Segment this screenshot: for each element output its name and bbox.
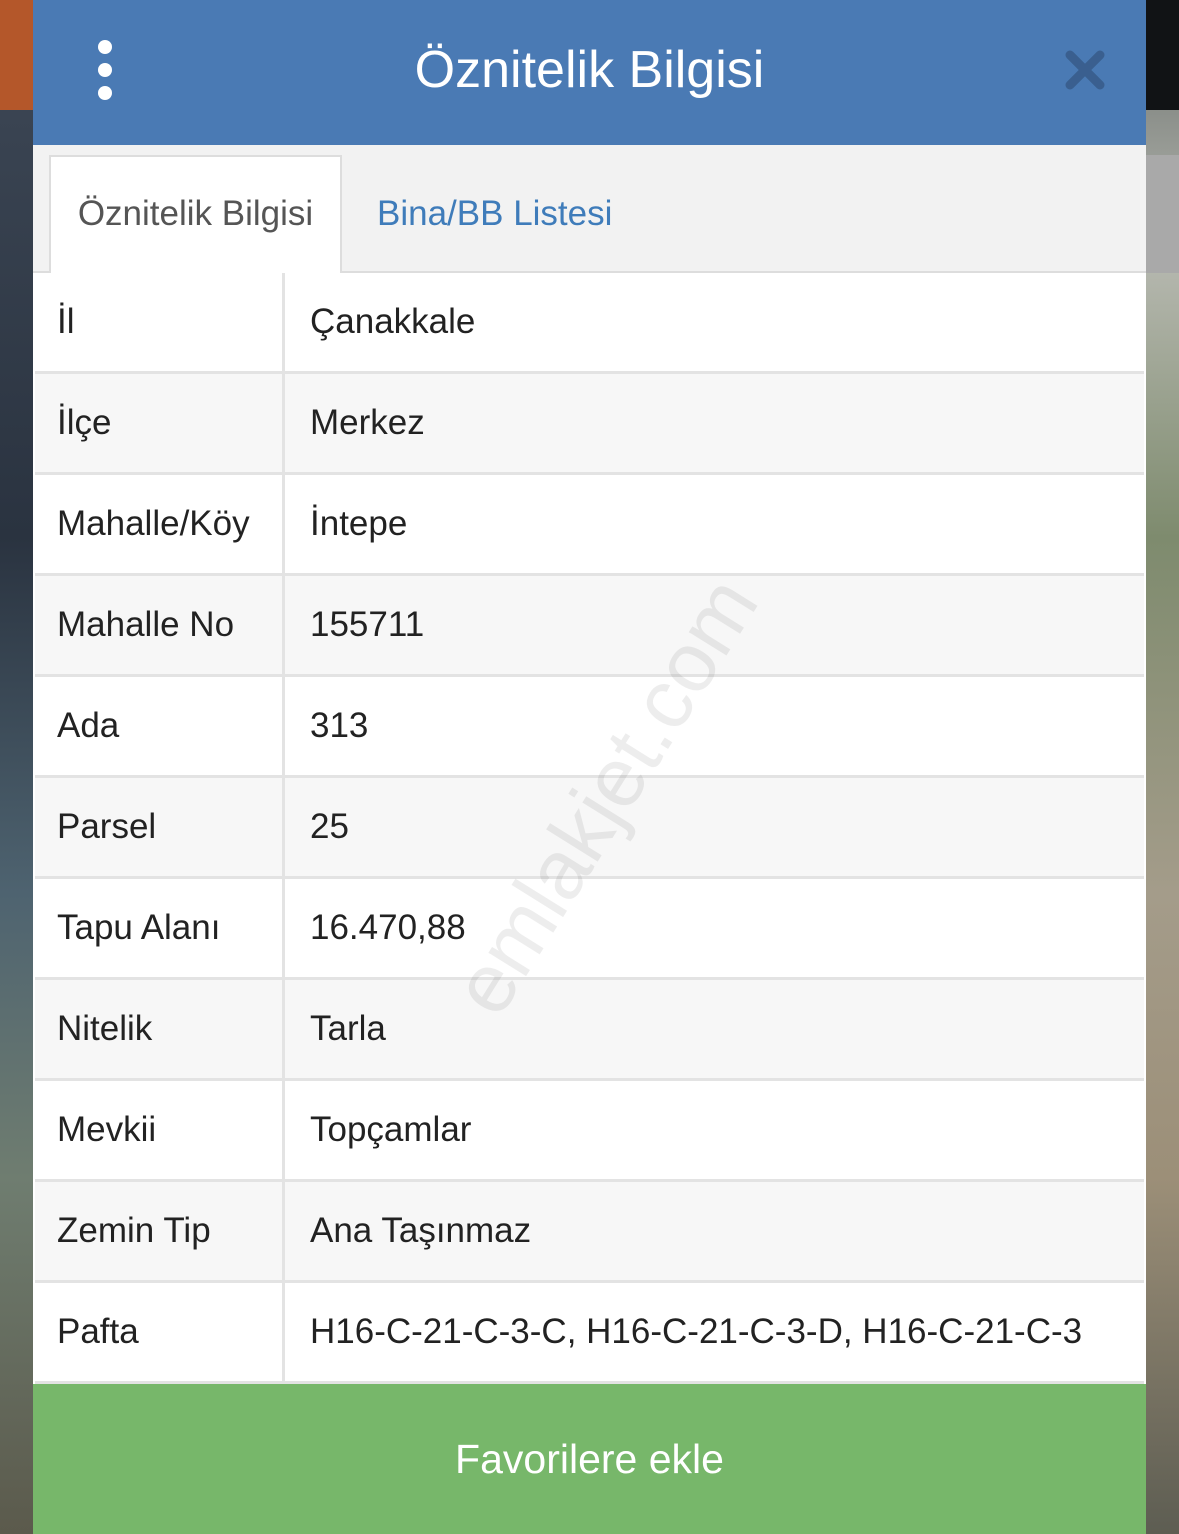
table-row: Parsel 25 [35,778,1144,879]
row-label: Mahalle/Köy [35,475,285,573]
table-row: Nitelik Tarla [35,980,1144,1081]
row-value: 313 [310,706,369,745]
row-value: 16.470,88 [310,908,466,947]
table-row: Tapu Alanı 16.470,88 [35,879,1144,980]
table-row: İl Çanakkale [35,273,1144,374]
tab-attribute-info[interactable]: Öznitelik Bilgisi [49,155,342,273]
row-label: Nitelik [35,980,285,1078]
row-value: Merkez [310,403,425,442]
more-vertical-icon[interactable] [93,40,117,100]
table-row: Mahalle/Köy İntepe [35,475,1144,576]
row-value: Ana Taşınmaz [310,1211,532,1250]
row-value: H16-C-21-C-3-C, H16-C-21-C-3-D, H16-C-21… [310,1312,1083,1351]
map-edge-right [1145,110,1179,1534]
tab-bar: Öznitelik Bilgisi Bina/BB Listesi [33,145,1146,273]
row-label: Mahalle No [35,576,285,674]
row-value: 25 [310,807,349,846]
row-value: Çanakkale [310,302,476,341]
row-value: Topçamlar [310,1110,472,1149]
panel-header: Öznitelik Bilgisi [33,0,1146,145]
map-edge-right-top [1145,0,1179,110]
table-row: Mahalle No 155711 [35,576,1144,677]
table-row: Zemin Tip Ana Taşınmaz [35,1182,1144,1283]
attribute-info-panel: Öznitelik Bilgisi Öznitelik Bilgisi Bina… [33,0,1146,1534]
row-label: İl [35,273,285,371]
table-row: Pafta H16-C-21-C-3-C, H16-C-21-C-3-D, H16… [35,1283,1144,1384]
map-edge-left [0,110,34,1534]
panel-title: Öznitelik Bilgisi [414,41,765,99]
add-to-favorites-button[interactable]: Favorilere ekle [33,1384,1146,1534]
row-value: Tarla [310,1009,386,1048]
row-label: Ada [35,677,285,775]
row-label: Zemin Tip [35,1182,285,1280]
row-label: Parsel [35,778,285,876]
row-value: 155711 [310,605,425,644]
tab-building-list[interactable]: Bina/BB Listesi [363,155,626,273]
map-edge-left-top [0,0,34,110]
row-value: İntepe [310,504,408,543]
table-row: İlçe Merkez [35,374,1144,475]
row-label: Tapu Alanı [35,879,285,977]
row-label: Mevkii [35,1081,285,1179]
table-row: Ada 313 [35,677,1144,778]
row-label: İlçe [35,374,285,472]
row-label: Pafta [35,1283,285,1381]
close-icon[interactable] [1065,50,1105,90]
table-row: Mevkii Topçamlar [35,1081,1144,1182]
attribute-table: İl Çanakkale İlçe Merkez Mahalle/Köy İntepe Ma… [35,273,1144,1384]
